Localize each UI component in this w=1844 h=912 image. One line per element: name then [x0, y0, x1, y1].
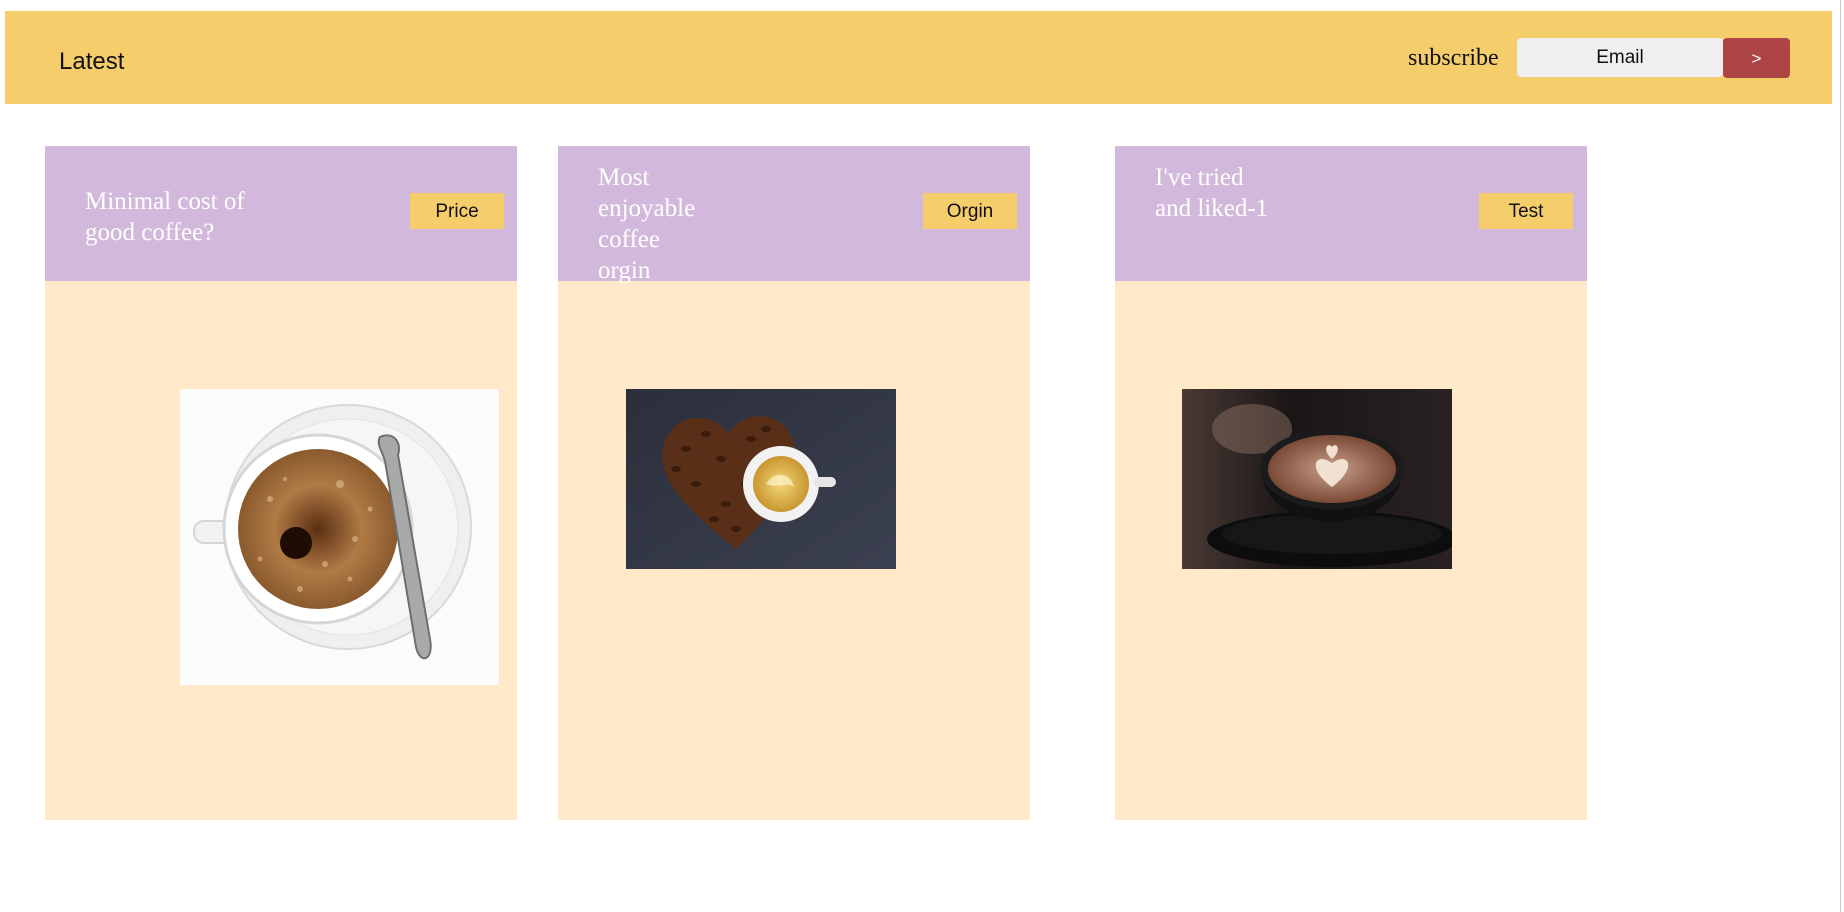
email-input[interactable] — [1517, 38, 1723, 77]
card-header: I've tried and liked-1 Test — [1115, 146, 1587, 281]
origin-tag-button[interactable]: Orgin — [923, 193, 1017, 229]
latte-art-image — [1182, 389, 1452, 569]
test-tag-button[interactable]: Test — [1479, 193, 1573, 229]
article-card-origin: Most enjoyable coffee orgin Orgin — [558, 146, 1030, 820]
card-title: Most enjoyable coffee orgin — [598, 164, 696, 284]
coffee-cup-with-spoon-image — [180, 389, 499, 685]
page-edge — [1840, 0, 1841, 912]
card-header: Most enjoyable coffee orgin Orgin — [558, 146, 1030, 284]
card-title: Minimal cost of good coffee? — [85, 188, 245, 246]
article-card-test: I've tried and liked-1 Test — [1115, 146, 1587, 820]
subscribe-label: subscribe — [1408, 45, 1499, 71]
price-tag-button[interactable]: Price — [410, 193, 504, 229]
card-title: I've tried and liked-1 — [1155, 164, 1269, 222]
brand-label[interactable]: Latest — [59, 48, 124, 76]
card-header: Minimal cost of good coffee? Price — [45, 146, 517, 281]
site-header: Latest subscribe > — [5, 11, 1832, 104]
article-card-price: Minimal cost of good coffee? Price — [45, 146, 517, 820]
subscribe-submit-button[interactable]: > — [1723, 38, 1790, 78]
coffee-bean-heart-image — [626, 389, 896, 569]
